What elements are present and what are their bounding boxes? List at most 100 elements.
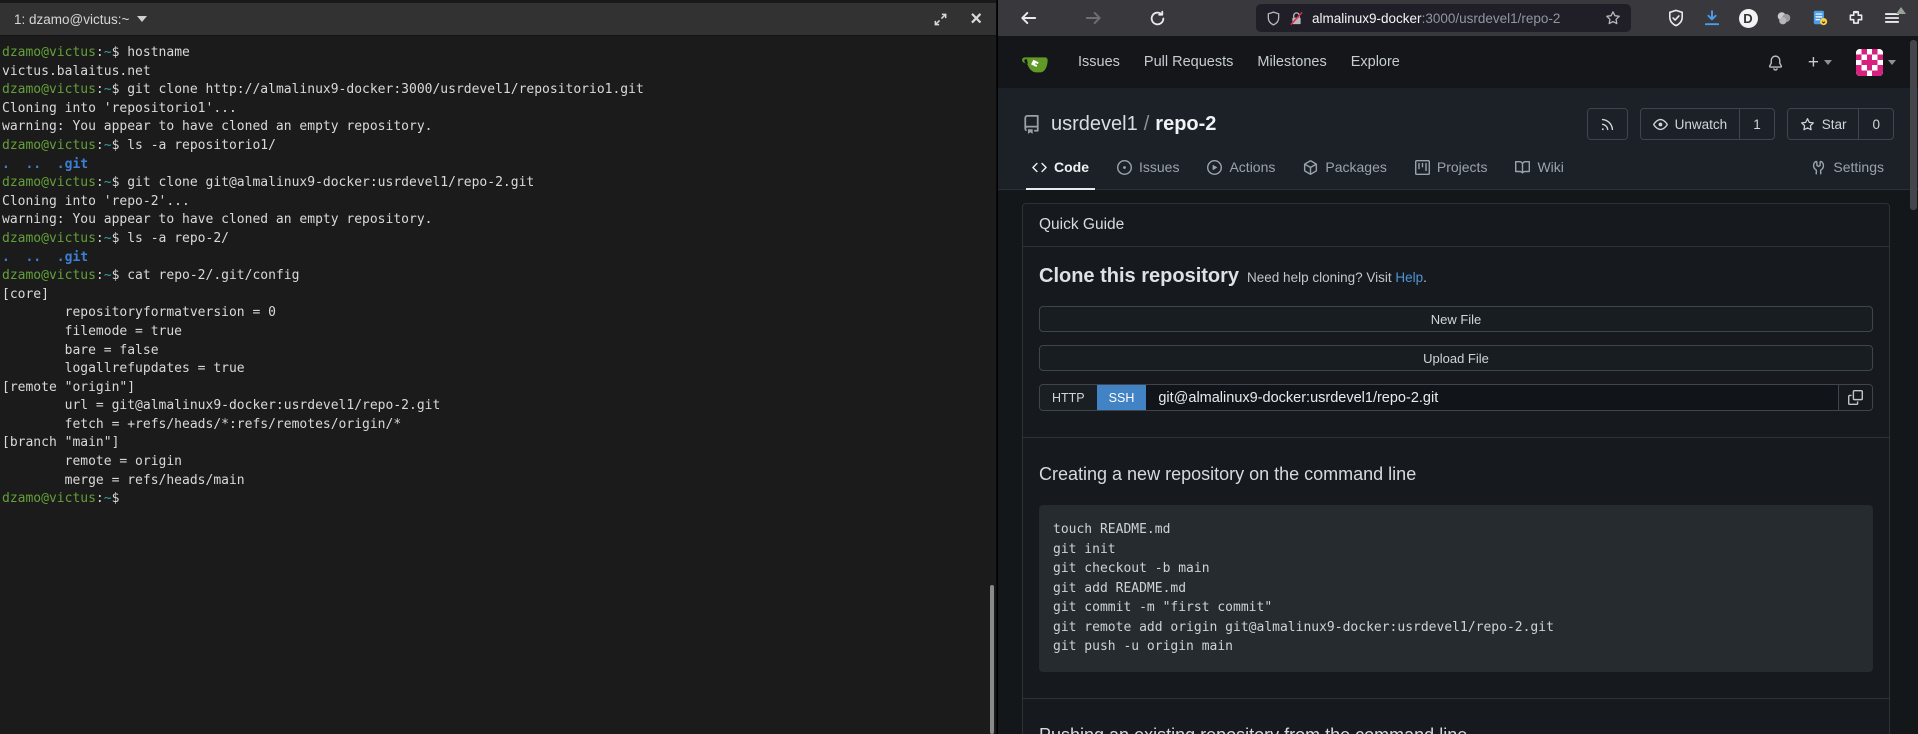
stars-count[interactable]: 0 bbox=[1858, 109, 1893, 139]
nav-item-pull-requests[interactable]: Pull Requests bbox=[1132, 46, 1245, 78]
back-icon[interactable] bbox=[1014, 3, 1044, 33]
watch-button-group: Unwatch 1 bbox=[1640, 108, 1775, 140]
tab-issues[interactable]: Issues bbox=[1103, 145, 1193, 189]
shield-check-icon[interactable] bbox=[1664, 6, 1688, 30]
chevron-down-icon bbox=[1888, 60, 1896, 65]
terminal-line: dzamo@victus:~$ git clone git@almalinux9… bbox=[2, 174, 994, 193]
user-menu-control[interactable] bbox=[1856, 49, 1896, 76]
url-text: almalinux9-docker:3000/usrdevel1/repo-2 bbox=[1312, 11, 1560, 26]
chevron-down-icon[interactable] bbox=[137, 16, 147, 22]
avatar bbox=[1856, 49, 1883, 76]
code-icon bbox=[1032, 160, 1047, 175]
url-bar[interactable]: almalinux9-docker:3000/usrdevel1/repo-2 bbox=[1256, 4, 1631, 32]
tab-wiki[interactable]: Wiki bbox=[1501, 145, 1577, 189]
clone-url-bar: HTTP SSH bbox=[1039, 384, 1873, 411]
terminal-line: merge = refs/heads/main bbox=[2, 472, 994, 491]
notifications-control[interactable] bbox=[1767, 54, 1784, 71]
terminal-line: url = git@almalinux9-docker:usrdevel1/re… bbox=[2, 397, 994, 416]
repo-owner-link[interactable]: usrdevel1 bbox=[1051, 113, 1138, 135]
duckduckgo-icon[interactable]: D bbox=[1736, 6, 1760, 30]
new-file-button[interactable]: New File bbox=[1039, 306, 1873, 332]
terminal-line: dzamo@victus:~$ ls -a repo-2/ bbox=[2, 230, 994, 249]
repo-name-link[interactable]: repo-2 bbox=[1155, 113, 1216, 135]
nav-item-issues[interactable]: Issues bbox=[1066, 46, 1132, 78]
repo-breadcrumb: usrdevel1/repo-2 bbox=[1051, 113, 1216, 136]
download-icon[interactable] bbox=[1700, 6, 1724, 30]
menu-icon[interactable] bbox=[1880, 6, 1904, 30]
terminal-line: [core] bbox=[2, 286, 994, 305]
gitea-page: IssuesPull RequestsMilestonesExplore + bbox=[998, 36, 1918, 734]
browser-scrollbar[interactable] bbox=[1910, 40, 1917, 210]
chevron-down-icon bbox=[1824, 60, 1832, 65]
help-link[interactable]: Help bbox=[1395, 270, 1423, 285]
terminal-line: . .. .git bbox=[2, 249, 994, 268]
terminal-line: fetch = +refs/heads/*:refs/remotes/origi… bbox=[2, 416, 994, 435]
plus-icon: + bbox=[1808, 53, 1819, 72]
star-button[interactable]: Star bbox=[1788, 109, 1859, 139]
tab-code-label: Code bbox=[1054, 159, 1089, 175]
quick-guide-title: Quick Guide bbox=[1023, 204, 1889, 247]
url-path: :3000/usrdevel1/repo-2 bbox=[1422, 11, 1561, 26]
terminal-line: dzamo@victus:~$ git clone http://almalin… bbox=[2, 81, 994, 100]
browser-window: almalinux9-docker:3000/usrdevel1/repo-2 … bbox=[997, 0, 1918, 734]
tab-projects[interactable]: Projects bbox=[1401, 145, 1502, 189]
create-repo-heading: Creating a new repository on the command… bbox=[1039, 464, 1873, 485]
extensions-puzzle-icon[interactable] bbox=[1844, 6, 1868, 30]
star-icon bbox=[1800, 117, 1815, 132]
bookmark-star-icon[interactable] bbox=[1605, 10, 1621, 26]
create-new-control[interactable]: + bbox=[1808, 53, 1832, 72]
gitea-logo-icon[interactable] bbox=[1020, 47, 1050, 77]
copy-url-button[interactable] bbox=[1838, 385, 1872, 410]
forward-icon[interactable] bbox=[1078, 3, 1108, 33]
project-board-icon bbox=[1415, 160, 1430, 175]
nav-item-milestones[interactable]: Milestones bbox=[1245, 46, 1338, 78]
tab-packages[interactable]: Packages bbox=[1289, 145, 1400, 189]
repo-separator: / bbox=[1138, 113, 1156, 135]
unwatch-button[interactable]: Unwatch bbox=[1641, 109, 1740, 139]
clone-url-input[interactable] bbox=[1146, 385, 1838, 410]
restore-window-icon[interactable] bbox=[933, 12, 948, 27]
copy-icon bbox=[1848, 390, 1863, 405]
tab-actions[interactable]: Actions bbox=[1193, 145, 1289, 189]
terminal-line: dzamo@victus:~$ ls -a repositorio1/ bbox=[2, 137, 994, 156]
terminal-line: dzamo@victus:~$ hostname bbox=[2, 44, 994, 63]
tab-settings[interactable]: Settings bbox=[1797, 145, 1898, 189]
update-badge-icon bbox=[1896, 7, 1906, 14]
terminal-line: victus.balaitus.net bbox=[2, 63, 994, 82]
terminal-title: 1: dzamo@victus:~ bbox=[14, 12, 147, 27]
insecure-lock-icon[interactable] bbox=[1289, 11, 1304, 26]
book-icon bbox=[1515, 160, 1530, 175]
watchers-count[interactable]: 1 bbox=[1739, 109, 1774, 139]
terminal-line: Cloning into 'repo-2'... bbox=[2, 193, 994, 212]
terminal-titlebar[interactable]: 1: dzamo@victus:~ × bbox=[0, 0, 996, 36]
tab-code[interactable]: Code bbox=[1018, 145, 1103, 189]
nav-item-explore[interactable]: Explore bbox=[1339, 46, 1412, 78]
create-repo-code: touch README.md git init git checkout -b… bbox=[1039, 505, 1873, 672]
bell-icon bbox=[1767, 54, 1784, 71]
terminal-scrollbar[interactable] bbox=[990, 585, 994, 734]
star-label: Star bbox=[1822, 117, 1847, 132]
terminal-line: repositoryformatversion = 0 bbox=[2, 304, 994, 323]
repo-header-band: usrdevel1/repo-2 bbox=[998, 88, 1918, 190]
terminal-line: warning: You appear to have cloned an em… bbox=[2, 211, 994, 230]
terminal-line: remote = origin bbox=[2, 453, 994, 472]
close-window-icon[interactable]: × bbox=[970, 9, 982, 29]
terminal-line: . .. .git bbox=[2, 156, 994, 175]
terminal-line: filemode = true bbox=[2, 323, 994, 342]
terminal-output[interactable]: dzamo@victus:~$ hostnamevictus.balaitus.… bbox=[0, 36, 996, 509]
containers-icon[interactable] bbox=[1772, 6, 1796, 30]
upload-file-button[interactable]: Upload File bbox=[1039, 345, 1873, 371]
reload-icon[interactable] bbox=[1142, 3, 1172, 33]
tab-settings-label: Settings bbox=[1833, 159, 1884, 175]
terminal-line: [remote "origin"] bbox=[2, 379, 994, 398]
gitea-navbar: IssuesPull RequestsMilestonesExplore + bbox=[998, 36, 1918, 88]
translate-page-icon[interactable] bbox=[1808, 6, 1832, 30]
repo-icon bbox=[1022, 115, 1041, 134]
ssh-protocol-button[interactable]: SSH bbox=[1097, 385, 1147, 410]
tab-projects-label: Projects bbox=[1437, 159, 1488, 175]
http-protocol-button[interactable]: HTTP bbox=[1040, 385, 1097, 410]
terminal-line: warning: You appear to have cloned an em… bbox=[2, 118, 994, 137]
shield-icon[interactable] bbox=[1266, 11, 1281, 26]
rss-button[interactable] bbox=[1587, 108, 1628, 140]
terminal-line: dzamo@victus:~$ bbox=[2, 490, 994, 509]
